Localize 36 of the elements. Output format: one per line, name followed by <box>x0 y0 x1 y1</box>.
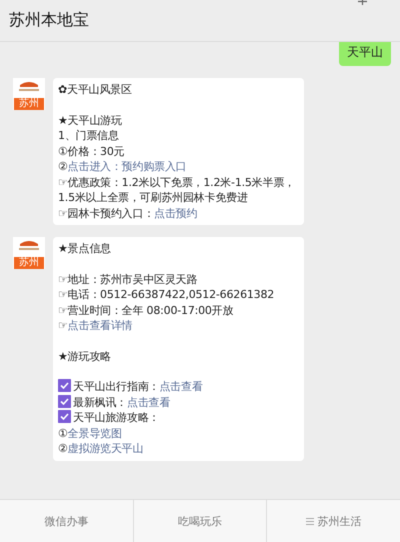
message-text: ☞优惠政策：1.2米以下免票，1.2米-1.5米半票，1.5米以上全票，可刷苏州园林卡免费进 <box>58 176 295 204</box>
message-text: 1、门票信息 <box>58 129 119 142</box>
menu-item[interactable]: 吃喝玩乐 <box>132 500 266 542</box>
message-text: ☞地址：苏州市吴中区灵天路 <box>58 272 198 286</box>
avatar-label: 苏州 <box>14 257 44 269</box>
link[interactable]: 虚拟游览天平山 <box>68 442 144 455</box>
message-text: ① <box>58 426 68 440</box>
link[interactable]: 点击查看 <box>159 380 203 393</box>
message-text: ☞营业时间：全年 08:00-17:00开放 <box>58 304 234 316</box>
chat-title: 苏州本地宝 <box>9 10 89 31</box>
message-text: ★游玩攻略 <box>58 350 111 362</box>
message-text: ★天平山游玩 <box>58 114 122 126</box>
message-text: ☞园林卡预约入口： <box>58 206 154 220</box>
menu-icon <box>306 518 314 524</box>
link[interactable]: 全景导览图 <box>68 426 122 440</box>
logo-icon <box>18 239 40 251</box>
message-text: ☞电话：0512-66387422,0512-66261382 <box>58 288 274 301</box>
sent-message: 天平山 <box>339 42 391 66</box>
message-text: ✿天平山风景区 <box>58 83 132 96</box>
message-text: 最新枫讯： <box>73 396 128 408</box>
plus-icon[interactable] <box>358 0 367 6</box>
message-text: 天平山出行指南： <box>73 380 160 393</box>
message-text: ② <box>58 160 68 173</box>
message-text: ② <box>58 442 68 455</box>
link[interactable]: 点击预约 <box>154 206 198 220</box>
menu-item[interactable]: 苏州生活 <box>266 500 400 542</box>
message-text: ☞ <box>58 319 68 332</box>
message-text: ①价格：30元 <box>58 144 124 158</box>
message-text: 天平山旅游攻略： <box>73 411 160 424</box>
link[interactable]: 点击进入：预约购票入口 <box>68 160 186 173</box>
logo-icon <box>18 80 40 92</box>
avatar-label: 苏州 <box>14 98 44 110</box>
link[interactable]: 点击查看详情 <box>68 319 132 332</box>
menu-item[interactable]: 微信办事 <box>0 500 133 542</box>
link[interactable]: 点击查看 <box>127 396 170 408</box>
message-text: ★景点信息 <box>58 242 111 255</box>
